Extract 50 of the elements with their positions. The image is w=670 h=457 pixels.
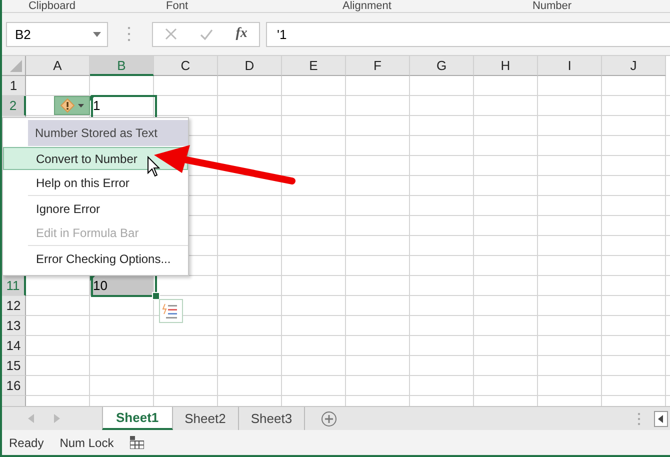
row-header[interactable]: 1 xyxy=(2,76,26,96)
menu-item[interactable]: Help on this Error xyxy=(3,171,188,194)
row-header[interactable]: 14 xyxy=(2,336,26,356)
caret-icon xyxy=(78,104,84,108)
row-header[interactable]: 11 xyxy=(2,276,26,296)
row-header[interactable]: 16 xyxy=(2,376,26,396)
row-header[interactable]: 13 xyxy=(2,316,26,336)
cell-value: 10 xyxy=(93,278,108,293)
ribbon-group-label: Alignment xyxy=(342,0,392,12)
formula-field[interactable]: '1 xyxy=(266,22,670,46)
scroll-left-icon[interactable] xyxy=(654,410,668,426)
column-header[interactable]: A xyxy=(26,56,90,76)
ribbon-group-label: Font xyxy=(166,0,188,12)
column-header[interactable]: I xyxy=(538,56,602,76)
status-text: Ready xyxy=(9,436,44,450)
cancel-icon[interactable] xyxy=(164,28,177,40)
insert-function-button[interactable]: fx xyxy=(236,26,248,42)
selected-cell[interactable]: 10 xyxy=(90,276,154,296)
dropdown-caret-icon xyxy=(93,32,101,36)
select-all-corner[interactable] xyxy=(2,56,26,76)
row-header[interactable]: 15 xyxy=(2,356,26,376)
column-header[interactable]: H xyxy=(474,56,538,76)
grip-icon xyxy=(128,27,132,41)
column-header[interactable]: C xyxy=(154,56,218,76)
menu-item[interactable]: Error Checking Options... xyxy=(3,247,188,270)
status-text: Num Lock xyxy=(60,436,114,450)
menu-title: Number Stored as Text xyxy=(28,120,188,146)
row-header[interactable]: 12 xyxy=(2,296,26,316)
warning-diamond-icon xyxy=(60,98,75,113)
cell-value: 1 xyxy=(93,98,100,113)
row-header[interactable]: 2 xyxy=(2,96,26,116)
menu-item[interactable]: Ignore Error xyxy=(3,197,188,220)
ribbon-group-label: Number xyxy=(532,0,572,12)
macro-record-icon[interactable] xyxy=(130,436,144,449)
fill-handle[interactable] xyxy=(152,292,160,300)
name-box[interactable]: B2 xyxy=(6,22,108,46)
column-header[interactable]: B xyxy=(90,56,154,76)
add-sheet-icon[interactable] xyxy=(321,410,338,426)
column-header[interactable]: J xyxy=(602,56,666,76)
corner-triangle-icon xyxy=(10,60,22,72)
column-header[interactable]: E xyxy=(282,56,346,76)
sheet-tab[interactable]: Sheet1 xyxy=(102,407,173,430)
column-header[interactable]: D xyxy=(218,56,282,76)
error-indicator-button[interactable] xyxy=(54,96,90,115)
column-header[interactable]: F xyxy=(346,56,410,76)
check-icon[interactable] xyxy=(200,28,213,40)
mouse-pointer-icon xyxy=(147,156,161,178)
ribbon-group-label: Clipboard xyxy=(28,0,76,12)
quick-analysis-icon[interactable] xyxy=(159,299,183,323)
column-header[interactable]: G xyxy=(410,56,474,76)
